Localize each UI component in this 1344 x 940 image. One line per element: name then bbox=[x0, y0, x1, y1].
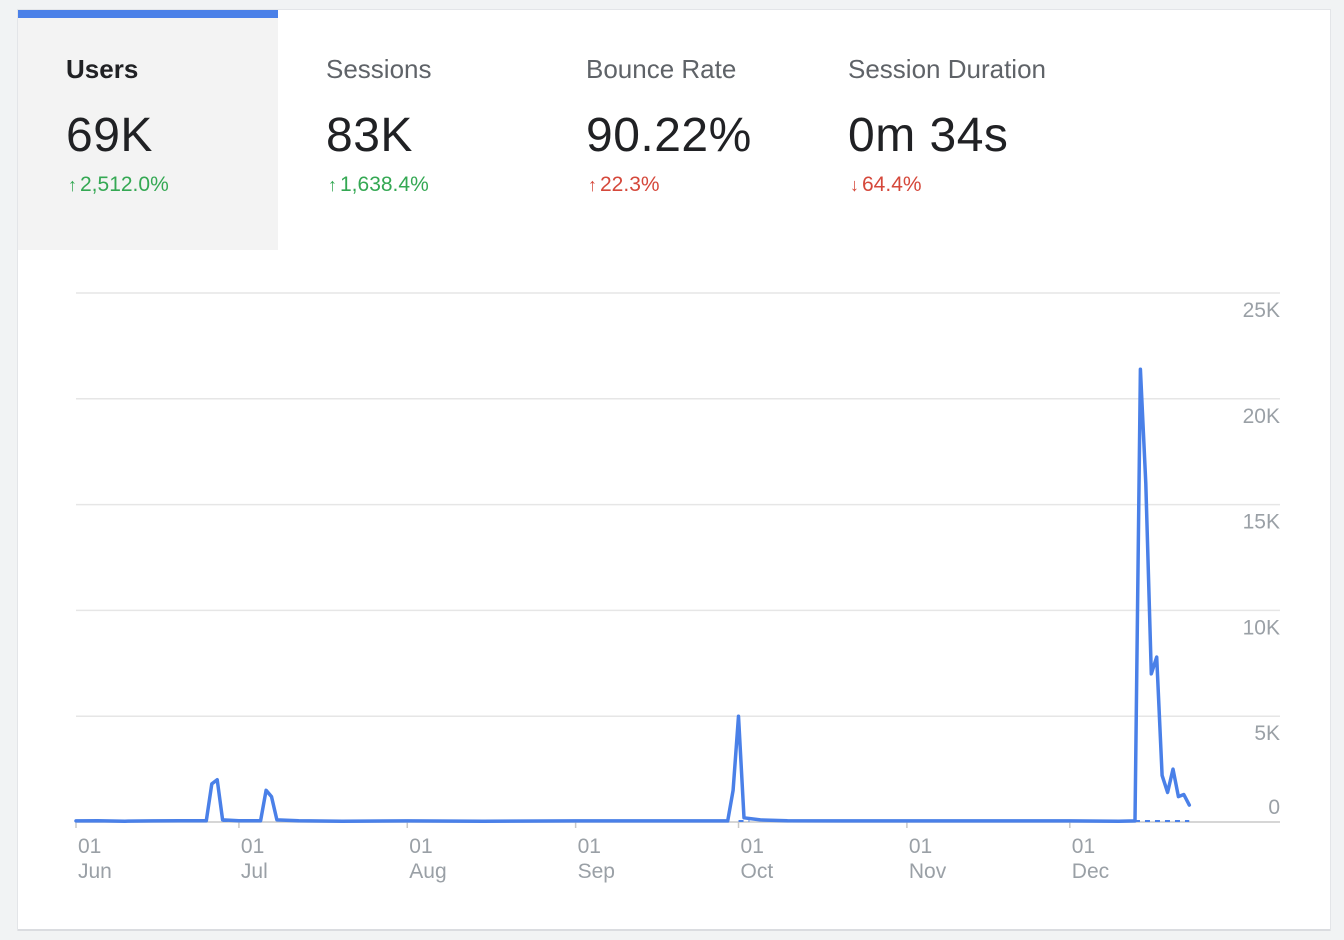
x-tick-day-label: 01 bbox=[78, 835, 101, 858]
y-tick-label: 15K bbox=[1243, 511, 1280, 534]
y-tick-label: 5K bbox=[1254, 722, 1280, 745]
series-line-users bbox=[74, 367, 1192, 823]
x-tick-month-label: Aug bbox=[409, 860, 446, 883]
x-tick-day-label: 01 bbox=[909, 835, 932, 858]
y-tick-label: 25K bbox=[1243, 299, 1280, 322]
x-tick-month-label: Nov bbox=[909, 860, 947, 883]
y-tick-label: 10K bbox=[1243, 616, 1280, 639]
x-tick-month-label: Oct bbox=[741, 860, 774, 883]
y-tick-label: 20K bbox=[1243, 405, 1280, 428]
x-tick-day-label: 01 bbox=[241, 835, 264, 858]
users-line-chart: 05K10K15K20K25K01Jun01Jul01Aug01Sep01Oct… bbox=[74, 292, 1280, 883]
x-tick-day-label: 01 bbox=[1072, 835, 1095, 858]
x-tick-day-label: 01 bbox=[578, 835, 601, 858]
x-tick-month-label: Jul bbox=[241, 860, 268, 883]
x-tick-day-label: 01 bbox=[409, 835, 432, 858]
x-tick-month-label: Dec bbox=[1072, 860, 1109, 883]
x-tick-month-label: Jun bbox=[78, 860, 112, 883]
y-tick-label: 0 bbox=[1268, 796, 1280, 819]
x-tick-day-label: 01 bbox=[741, 835, 764, 858]
x-tick-month-label: Sep bbox=[578, 860, 615, 883]
